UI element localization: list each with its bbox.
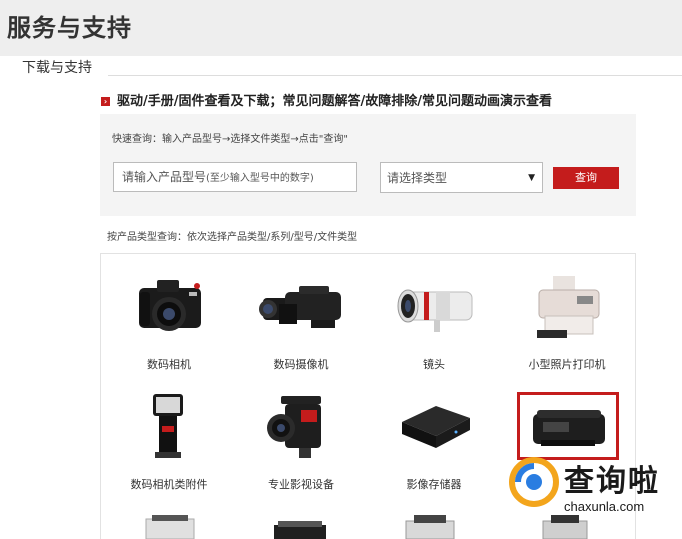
lens-icon (397, 289, 473, 332)
bullet-icon: › (101, 97, 110, 106)
category-label: 数码相机类附件 (130, 478, 208, 491)
storage-device-icon (402, 406, 470, 448)
file-type-select[interactable]: 请选择类型 ▼ (380, 162, 543, 193)
subnav-divider (108, 75, 682, 76)
model-input[interactable]: 请输入产品型号(至少输入型号中的数字) (113, 162, 357, 192)
scanner-thumb-row3-2-icon[interactable] (270, 519, 330, 539)
model-input-placeholder: 请输入产品型号 (122, 170, 207, 184)
copier-thumb-row3-3-icon[interactable] (400, 515, 460, 539)
category-label: 数码相机 (147, 358, 191, 371)
caret-down-icon: ▼ (528, 173, 535, 183)
subnav-download-support[interactable]: 下载与支持 (22, 57, 92, 77)
watermark-url: chaxunla.com (564, 499, 645, 514)
cinema-camera-icon (267, 396, 321, 458)
camcorder-icon (259, 286, 341, 328)
photo-printer-icon (537, 276, 600, 338)
quick-search-label: 快速查询：输入产品型号→选择文件类型→点击"查询" (112, 134, 348, 145)
magnifier-logo-icon (509, 457, 559, 507)
page-title: 服务与支持 (7, 14, 132, 42)
intro-text: 驱动/手册/固件查看及下载；常见问题解答/故障排除/常见问题动画演示查看 (117, 94, 552, 109)
category-lens[interactable]: 镜头 (374, 268, 494, 372)
flash-unit-icon (153, 394, 183, 458)
category-label: 专业影视设备 (268, 478, 334, 491)
category-label: 小型照片打印机 (528, 358, 606, 371)
browse-by-type-label: 按产品类型查询：依次选择产品类型/系列/型号/文件类型 (107, 232, 358, 243)
page-header: 服务与支持 (0, 0, 682, 56)
file-type-select-value: 请选择类型 (387, 171, 448, 185)
dslr-camera-icon (139, 280, 201, 331)
category-camera-accessories[interactable]: 数码相机类附件 (109, 388, 229, 492)
category-photo-printer[interactable]: 小型照片打印机 (507, 268, 627, 372)
category-pro-video[interactable]: 专业影视设备 (241, 388, 361, 492)
category-label: 影像存储器 (406, 478, 462, 491)
model-input-hint: (至少输入型号中的数字) (206, 173, 314, 184)
category-storage[interactable]: 影像存储器 (374, 388, 494, 492)
category-digital-camera[interactable]: 数码相机 (109, 268, 229, 372)
printer-thumb-row3-1-icon[interactable] (140, 515, 200, 539)
selected-category-highlight (517, 392, 619, 460)
query-button[interactable]: 查询 (553, 167, 619, 189)
category-camcorder[interactable]: 数码摄像机 (241, 268, 361, 372)
category-label: 镜头 (423, 358, 445, 371)
intro-line: › 驱动/手册/固件查看及下载；常见问题解答/故障排除/常见问题动画演示查看 (101, 90, 552, 109)
quick-search-panel: 快速查询：输入产品型号→选择文件类型→点击"查询" 请输入产品型号(至少输入型号… (100, 114, 636, 216)
watermark: 查询啦 chaxunla.com (508, 454, 682, 520)
watermark-logo-text: 查询啦 (564, 464, 660, 499)
category-label: 数码摄像机 (273, 358, 329, 371)
